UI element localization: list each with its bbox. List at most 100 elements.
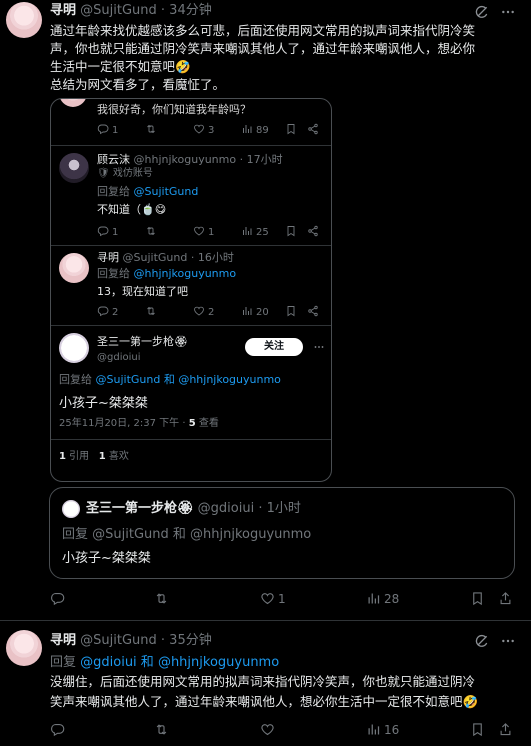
partial-text: 我很好奇，你们知道我年龄吗？ (97, 103, 251, 116)
reply-button[interactable] (50, 722, 68, 737)
reply-to-line: 回复给 @SujitGund 和 @hhjnjkoguyunmo (59, 373, 281, 387)
author-name: 顾云沫 (97, 153, 130, 166)
like-icon (260, 722, 275, 737)
like-count: 1 (208, 227, 215, 238)
avatar (62, 500, 80, 518)
like-count: 2 (208, 307, 215, 318)
retweet-icon (145, 305, 157, 317)
reply-button[interactable]: 1 (97, 123, 118, 138)
share-button[interactable] (307, 123, 322, 138)
reply-count: 1 (112, 227, 119, 238)
more-icon[interactable] (500, 4, 516, 20)
retweet-button (145, 225, 160, 240)
views-count: 20 (256, 307, 269, 318)
bookmark-button[interactable] (285, 123, 300, 138)
avatar (59, 333, 89, 363)
author-name: 圣三一第一步枪🏵 (97, 335, 188, 348)
post-stats: 1 引用 1 喜欢 (59, 450, 129, 463)
share-button[interactable] (498, 591, 516, 606)
like-icon (193, 225, 205, 237)
reply-icon (50, 591, 65, 606)
views-button[interactable]: 28 (366, 591, 399, 606)
reply-count: 1 (112, 125, 119, 136)
quote-label: 引用 (65, 451, 90, 462)
avatar[interactable] (6, 630, 42, 666)
avatar[interactable] (6, 2, 42, 38)
timestamp[interactable]: · 34分钟 (161, 3, 212, 18)
grok-icon[interactable] (474, 4, 490, 20)
retweet-icon (145, 123, 157, 135)
bookmark-icon (285, 305, 297, 317)
author-handle[interactable]: @SujitGund (80, 3, 157, 18)
views-icon (241, 305, 253, 317)
reply-button[interactable] (50, 591, 68, 606)
quoted-tweet[interactable]: 圣三一第一步枪🏵 @gdioiui · 1小时 回复 @SujitGund 和 … (49, 487, 515, 579)
like-icon (193, 305, 205, 317)
parody-badge: 🛡 戏仿账号 (97, 168, 153, 179)
tweet-text-line: 声，你也就只能通过阴冷笑声来嘲讽其他人了，通过年龄来嘲讽他人，想必你 (50, 41, 476, 56)
mention-link[interactable]: @gdioiui 和 @hhjnjkoguyunmo (80, 655, 279, 670)
like-icon (193, 123, 205, 135)
reply-text: 13，现在知道了吧 (97, 285, 188, 298)
grok-icon[interactable] (474, 633, 490, 649)
share-button (307, 305, 322, 320)
more-icon[interactable] (500, 633, 516, 649)
reply-count: 2 (112, 307, 119, 318)
reply-to-line: 回复 @SujitGund 和 @hhjnjkoguyunmo (62, 527, 312, 542)
retweet-icon (154, 591, 169, 606)
more-icon (313, 341, 325, 353)
bookmark-button (285, 305, 300, 320)
share-button[interactable] (498, 722, 516, 737)
bookmark-button[interactable] (470, 722, 488, 737)
like-count: 1 (278, 592, 286, 606)
retweet-button (145, 305, 160, 320)
retweet-button[interactable] (154, 591, 172, 606)
views-number: 5 (188, 418, 196, 429)
share-icon (498, 591, 513, 606)
attached-screenshot[interactable]: 我很好奇，你们知道我年龄吗？ 1 3 89 顾云沫 @hhjnjkoguyunm… (50, 98, 332, 482)
reply-header: 顾云沫 @hhjnjkoguyunmo · 17小时 (97, 153, 283, 167)
quoted-text: 小孩子~桀桀桀 (62, 551, 151, 566)
action-bar: 1 28 (50, 591, 520, 607)
author-handle[interactable]: @SujitGund (80, 633, 157, 648)
like-button[interactable]: 1 (260, 591, 286, 606)
post-meta: 25年11月20日, 2:37 下午 · 5 查看 (59, 417, 219, 430)
views-button: 25 (241, 225, 269, 240)
like-button[interactable]: 3 (193, 123, 214, 138)
action-bar: 16 (50, 722, 520, 738)
tweet-header: 寻明 @SujitGund · 34分钟 (50, 2, 212, 19)
like-button[interactable] (260, 722, 278, 737)
bookmark-icon (285, 225, 297, 237)
post-date: 25年11月20日, 2:37 下午 · (59, 418, 189, 429)
bookmark-icon (285, 123, 297, 135)
author-handle: @gdioiui (197, 501, 255, 516)
divider (51, 145, 331, 146)
like-button: 1 (193, 225, 214, 240)
tweet-text-line: 生活中一定很不如意吧🤣 (50, 59, 191, 74)
mention-link: @SujitGund 和 @hhjnjkoguyunmo (95, 373, 281, 386)
views-button[interactable]: 16 (366, 722, 399, 737)
retweet-button[interactable] (145, 123, 160, 138)
reply-to-line: 回复 @gdioiui 和 @hhjnjkoguyunmo (50, 654, 279, 671)
share-icon (307, 305, 319, 317)
author-name[interactable]: 寻明 (50, 3, 76, 18)
views-icon (366, 722, 381, 737)
divider (51, 325, 331, 326)
mention-link: @hhjnjkoguyunmo (133, 267, 237, 280)
divider (0, 620, 531, 621)
timestamp[interactable]: · 35分钟 (161, 633, 212, 648)
reply-to-line: 回复给 @hhjnjkoguyunmo (97, 267, 236, 281)
views-button[interactable]: 89 (241, 123, 269, 138)
author-name: 圣三一第一步枪🏵 (86, 501, 194, 516)
retweet-button[interactable] (154, 722, 172, 737)
like-count: 1 (98, 451, 106, 462)
author-handle: @hhjnjkoguyunmo (133, 153, 237, 166)
reply-icon (97, 225, 109, 237)
share-icon (307, 123, 319, 135)
views-icon (241, 225, 253, 237)
action-bar: 1 1 25 (97, 225, 327, 241)
author-name[interactable]: 寻明 (50, 633, 76, 648)
views-count: 25 (256, 227, 269, 238)
tweet-text-line: 总结为网文看多了，看魔怔了。 (50, 77, 226, 92)
bookmark-button[interactable] (470, 591, 488, 606)
